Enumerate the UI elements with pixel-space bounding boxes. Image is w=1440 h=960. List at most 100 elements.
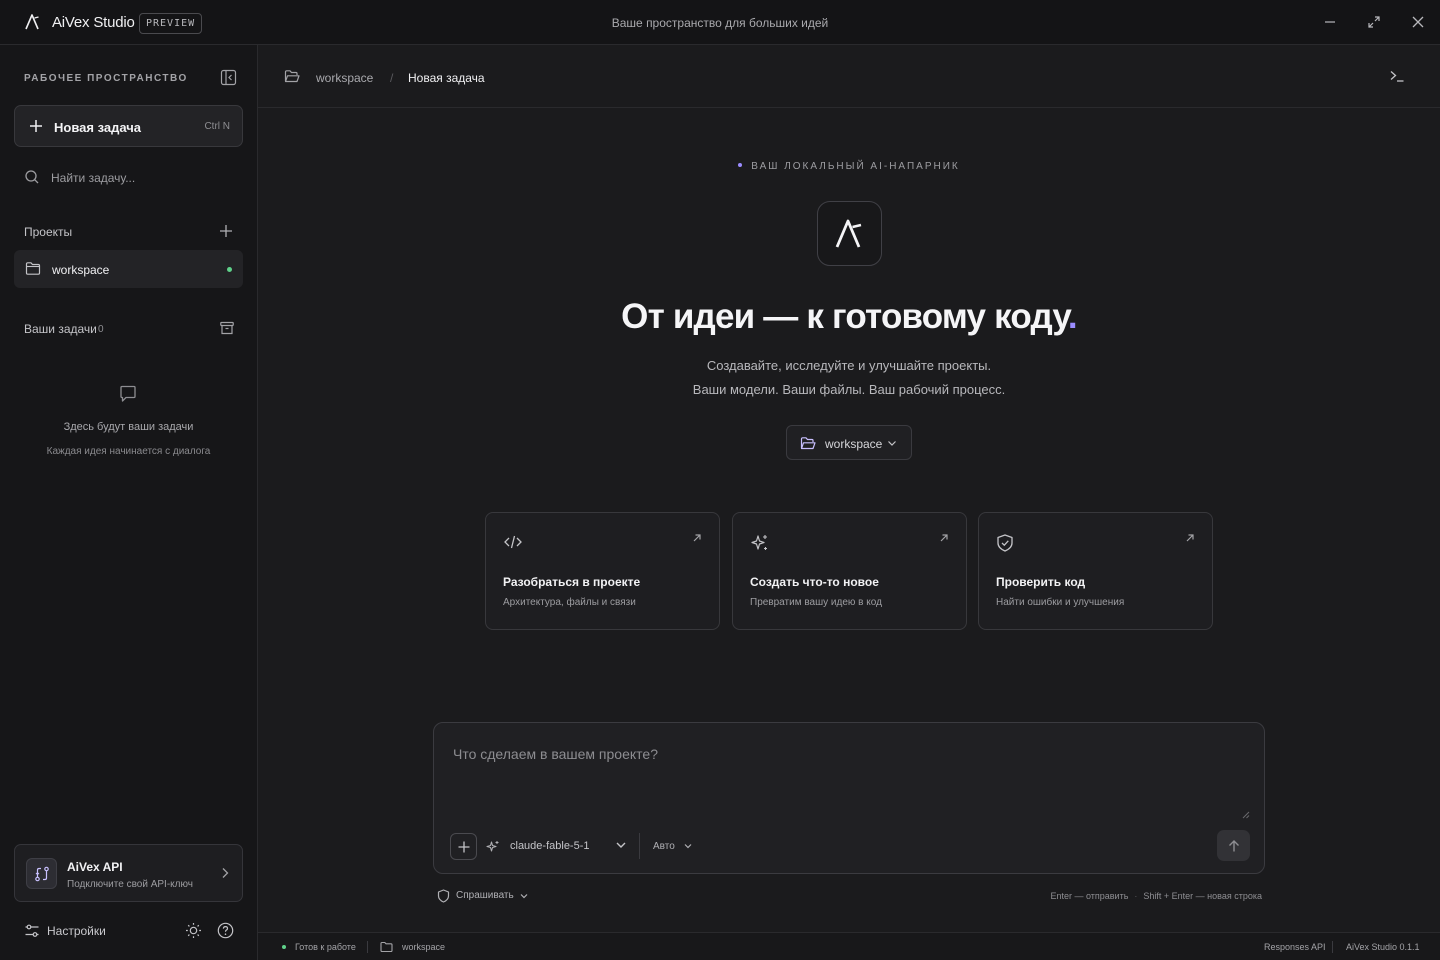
status-api: Responses API <box>1264 942 1326 952</box>
app-logo-icon <box>835 219 861 248</box>
chevron-right-icon <box>222 868 229 878</box>
send-button[interactable] <box>1217 830 1250 861</box>
plus-icon <box>458 841 469 852</box>
settings-button[interactable]: Настройки <box>24 922 244 942</box>
project-label: workspace <box>52 263 110 277</box>
card-subtitle: Архитектура, файлы и связи <box>503 597 636 608</box>
title-bar: AiVex Studio PREVIEW Ваше пространство д… <box>0 0 1440 45</box>
sliders-icon <box>25 924 39 937</box>
chevron-down-icon <box>520 894 528 899</box>
collapse-sidebar-button[interactable] <box>220 69 237 86</box>
add-project-button[interactable] <box>218 223 234 239</box>
tasks-count: 0 <box>98 324 104 335</box>
status-divider <box>1332 941 1333 953</box>
card-title: Разобраться в проекте <box>503 575 641 589</box>
accent-dot <box>738 163 743 168</box>
hero-kicker: ВАШ ЛОКАЛЬНЫЙ AI-НАПАРНИК <box>258 161 1440 172</box>
new-task-button[interactable]: Новая задача Ctrl N <box>14 105 243 147</box>
close-button[interactable] <box>1407 11 1429 33</box>
composer-divider <box>639 833 640 859</box>
search-icon <box>25 170 39 184</box>
folder-open-icon <box>800 437 816 450</box>
shield-check-icon <box>997 534 1013 552</box>
card-explore-project[interactable]: Разобраться в проекте Архитектура, файлы… <box>485 512 720 630</box>
hero-title-text: От идеи — к готовому коду <box>621 297 1069 336</box>
plus-icon <box>30 120 42 132</box>
hero-title-dot: . <box>1067 297 1078 336</box>
search-placeholder: Найти задачу... <box>51 171 136 185</box>
prompt-input[interactable]: Что сделаем в вашем проекте? <box>453 746 658 762</box>
chat-bubble-icon <box>118 384 138 404</box>
status-workspace[interactable]: workspace <box>402 942 445 952</box>
new-task-label: Новая задача <box>54 120 142 135</box>
card-title: Проверить код <box>996 575 1086 589</box>
api-icon <box>26 858 57 889</box>
projects-heading: Проекты <box>24 225 73 239</box>
main-header: workspace / Новая задача <box>258 45 1440 108</box>
tasks-heading: Ваши задачи <box>24 322 97 336</box>
breadcrumb-separator: / <box>390 71 394 85</box>
status-version: AiVex Studio 0.1.1 <box>1346 942 1420 952</box>
minimize-button[interactable] <box>1319 11 1341 33</box>
workspace-select[interactable]: workspace <box>786 425 912 460</box>
status-dot <box>282 945 286 949</box>
sidebar: РАБОЧЕЕ ПРОСТРАНСТВО Новая задача Ctrl N… <box>0 45 258 960</box>
maximize-button[interactable] <box>1363 11 1385 33</box>
terminal-button[interactable] <box>1389 68 1405 84</box>
minimize-icon <box>1325 21 1335 23</box>
card-review-code[interactable]: Проверить код Найти ошибки и улучшения <box>978 512 1213 630</box>
task-search-input[interactable]: Найти задачу... <box>24 169 234 189</box>
settings-label: Настройки <box>47 924 106 938</box>
chevron-down-icon <box>888 441 896 446</box>
help-button[interactable] <box>217 922 234 939</box>
terminal-icon <box>1390 71 1404 82</box>
permission-label: Спрашивать <box>456 890 514 901</box>
folder-icon <box>25 262 41 275</box>
api-card-title: AiVex API <box>67 860 123 874</box>
api-connect-card[interactable]: AiVex API Подключите свой API-ключ <box>14 844 243 902</box>
project-item-workspace[interactable]: workspace <box>14 250 243 288</box>
status-divider <box>367 941 368 953</box>
empty-tasks-subtitle: Каждая идея начинается с диалога <box>46 446 211 457</box>
status-bar: Готов к работе workspace Responses API A… <box>258 932 1440 960</box>
sun-icon <box>186 923 201 938</box>
hero-subtitle-2: Ваши модели. Ваши файлы. Ваш рабочий про… <box>692 382 1006 397</box>
arrow-up-right-icon <box>1186 534 1194 542</box>
hero-title: От идеи — к готовому коду. <box>258 297 1440 337</box>
window-title: Ваше пространство для больших идей <box>611 16 829 30</box>
theme-toggle-button[interactable] <box>185 922 202 939</box>
resize-handle-icon[interactable] <box>1242 811 1250 819</box>
sidebar-collapse-icon <box>220 69 237 86</box>
chevron-down-icon[interactable] <box>615 839 627 851</box>
chevron-down-icon[interactable] <box>683 841 693 851</box>
hero-logo <box>817 201 882 266</box>
archive-icon <box>220 321 234 335</box>
sidebar-section-title: РАБОЧЕЕ ПРОСТРАНСТВО <box>24 73 188 84</box>
arrow-up-icon <box>1228 839 1239 851</box>
hint-newline: Shift + Enter — новая строка <box>1143 891 1262 901</box>
status-text: Готов к работе <box>295 942 356 952</box>
hint-send: Enter — отправить <box>1050 891 1129 901</box>
breadcrumb-workspace[interactable]: workspace <box>316 71 373 85</box>
api-card-subtitle: Подключите свой API-ключ <box>67 879 193 890</box>
attach-button[interactable] <box>450 833 477 860</box>
sparkles-icon <box>751 535 767 550</box>
card-subtitle: Превратим вашу идею в код <box>750 597 882 608</box>
prompt-composer: Что сделаем в вашем проекте? claude-fabl… <box>433 722 1265 874</box>
folder-open-icon <box>284 70 300 83</box>
model-select[interactable]: claude-fable-5-1 <box>510 840 590 852</box>
folder-icon <box>380 941 393 953</box>
new-task-shortcut: Ctrl N <box>204 121 230 132</box>
plus-icon <box>220 225 232 237</box>
hero-kicker-text: ВАШ ЛОКАЛЬНЫЙ AI-НАПАРНИК <box>751 161 960 172</box>
hero-subtitle-1: Создавайте, исследуйте и улучшайте проек… <box>706 358 992 373</box>
archive-button[interactable] <box>219 320 235 336</box>
expand-icon <box>1368 16 1380 28</box>
shield-icon <box>437 889 450 903</box>
arrow-up-right-icon <box>940 534 948 542</box>
code-icon <box>504 535 522 549</box>
breadcrumb-current: Новая задача <box>408 71 485 85</box>
card-create-new[interactable]: Создать что-то новое Превратим вашу идею… <box>732 512 967 630</box>
workspace-select-value: workspace <box>825 437 883 451</box>
mode-select[interactable]: Авто <box>653 841 675 852</box>
